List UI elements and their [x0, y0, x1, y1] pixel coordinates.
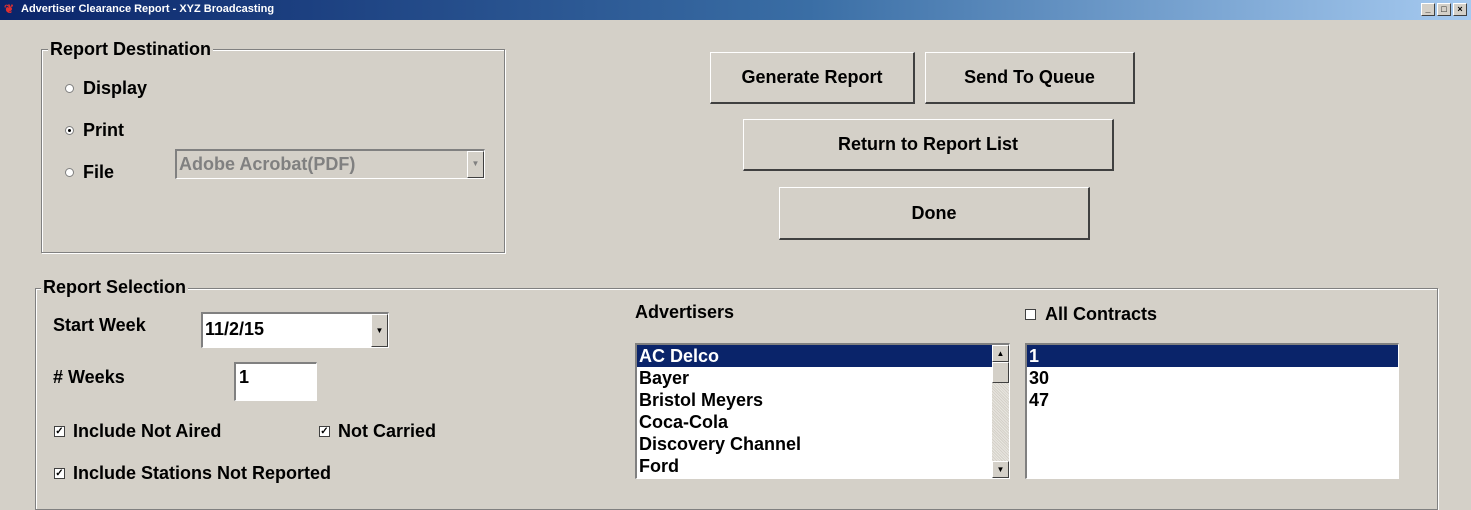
chevron-down-icon[interactable]: ▼	[467, 151, 484, 178]
file-format-dropdown[interactable]: Adobe Acrobat(PDF) ▼	[175, 149, 485, 179]
all-contracts-label: All Contracts	[1045, 304, 1158, 324]
not-carried-label: Not Carried	[338, 421, 437, 441]
done-button[interactable]: Done	[779, 187, 1090, 240]
report-selection-label: Report Selection	[41, 277, 189, 297]
include-not-aired-checkbox[interactable]: ✓	[54, 426, 65, 437]
advertisers-label: Advertisers	[635, 302, 735, 322]
return-to-report-list-button[interactable]: Return to Report List	[743, 119, 1114, 171]
list-item[interactable]: Coca-Cola	[637, 411, 992, 433]
list-item[interactable]: Discovery Channel	[637, 433, 992, 455]
include-stations-not-reported-label: Include Stations Not Reported	[73, 463, 332, 483]
include-not-aired-label: Include Not Aired	[73, 421, 222, 441]
list-item[interactable]: Bayer	[637, 367, 992, 389]
chevron-down-icon[interactable]: ▼	[992, 461, 1009, 478]
maximize-button[interactable]: □	[1437, 3, 1451, 16]
close-button[interactable]: ×	[1453, 3, 1467, 16]
list-item[interactable]: 47	[1027, 389, 1398, 411]
advertisers-listbox[interactable]: ▲ ▼ AC Delco Bayer Bristol Meyers Coca-Cola…	[635, 343, 1010, 479]
include-stations-not-reported-checkbox[interactable]: ✓	[54, 468, 65, 479]
print-radio[interactable]	[65, 126, 74, 135]
display-radio[interactable]	[65, 84, 74, 93]
file-format-value: Adobe Acrobat(PDF)	[179, 154, 356, 174]
list-item[interactable]: AC Delco	[637, 345, 992, 367]
report-destination-label: Report Destination	[48, 39, 214, 59]
minimize-button[interactable]: _	[1421, 3, 1435, 16]
window-title: Advertiser Clearance Report - XYZ Broadc…	[21, 3, 275, 15]
list-item[interactable]: Ford	[637, 455, 992, 477]
start-week-dropdown[interactable]: 11/2/15 ▼	[201, 312, 389, 348]
file-radio[interactable]	[65, 168, 74, 177]
scroll-thumb[interactable]	[992, 362, 1009, 383]
not-carried-checkbox[interactable]: ✓	[319, 426, 330, 437]
list-item[interactable]: Bristol Meyers	[637, 389, 992, 411]
send-to-queue-button[interactable]: Send To Queue	[925, 52, 1135, 104]
chevron-down-icon[interactable]: ▼	[371, 314, 388, 347]
list-item[interactable]: 30	[1027, 367, 1398, 389]
start-week-label: Start Week	[53, 315, 146, 335]
start-week-value: 11/2/15	[205, 319, 265, 339]
file-option-label: File	[83, 162, 115, 182]
chevron-up-icon[interactable]: ▲	[992, 345, 1009, 362]
advertisers-scrollbar[interactable]: ▲ ▼	[992, 345, 1009, 478]
weeks-input[interactable]: 1	[234, 362, 317, 401]
print-option-label: Print	[83, 120, 125, 140]
display-option-label: Display	[83, 78, 148, 98]
title-bar: ❦ Advertiser Clearance Report - XYZ Broa…	[0, 0, 1471, 20]
app-icon: ❦	[4, 2, 15, 16]
generate-report-button[interactable]: Generate Report	[710, 52, 915, 104]
contracts-listbox[interactable]: 1 30 47	[1025, 343, 1399, 479]
weeks-label: # Weeks	[53, 367, 125, 387]
list-item[interactable]: 1	[1027, 345, 1398, 367]
all-contracts-checkbox[interactable]	[1025, 309, 1036, 320]
